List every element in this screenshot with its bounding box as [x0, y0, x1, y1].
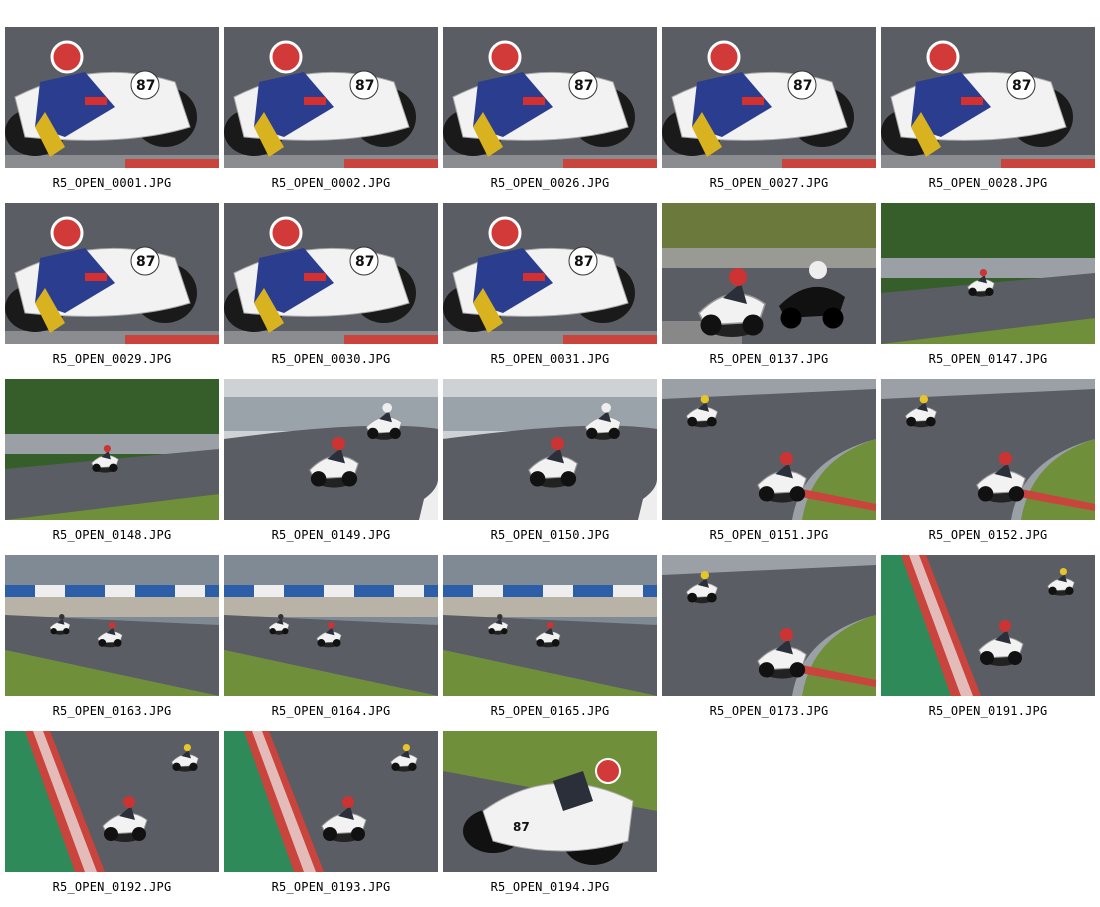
thumbnail-filename: R5_OPEN_0163.JPG — [52, 704, 172, 718]
thumbnail-image[interactable]: 87 — [443, 731, 657, 872]
thumbnail-filename: R5_OPEN_0030.JPG — [271, 352, 391, 366]
thumbnail-image[interactable] — [881, 555, 1095, 696]
thumbnail-image[interactable] — [881, 203, 1095, 344]
thumbnail-item[interactable]: R5_OPEN_0163.JPG — [5, 555, 219, 731]
thumbnail-filename: R5_OPEN_0026.JPG — [490, 176, 610, 190]
thumbnail-item[interactable]: R5_OPEN_0193.JPG — [224, 731, 438, 907]
thumbnail-filename: R5_OPEN_0028.JPG — [928, 176, 1048, 190]
thumbnail-item[interactable]: 87 R5_OPEN_0002.JPG — [224, 27, 438, 203]
thumbnail-image[interactable] — [662, 203, 876, 344]
thumbnail-item[interactable]: R5_OPEN_0150.JPG — [443, 379, 657, 555]
thumbnail-image[interactable]: 87 — [224, 203, 438, 344]
thumbnail-item[interactable]: R5_OPEN_0152.JPG — [881, 379, 1095, 555]
thumbnail-filename: R5_OPEN_0027.JPG — [709, 176, 829, 190]
thumbnail-item[interactable]: 87 R5_OPEN_0028.JPG — [881, 27, 1095, 203]
thumbnail-item[interactable]: R5_OPEN_0165.JPG — [443, 555, 657, 731]
thumbnail-image[interactable] — [881, 379, 1095, 520]
thumbnail-image[interactable] — [5, 379, 219, 520]
thumbnail-filename: R5_OPEN_0164.JPG — [271, 704, 391, 718]
thumbnail-item[interactable]: R5_OPEN_0192.JPG — [5, 731, 219, 907]
thumbnail-item[interactable]: 87 R5_OPEN_0194.JPG — [443, 731, 657, 907]
svg-text:87: 87 — [574, 254, 593, 270]
svg-text:87: 87 — [355, 78, 374, 94]
thumbnail-item[interactable]: R5_OPEN_0164.JPG — [224, 555, 438, 731]
thumbnail-filename: R5_OPEN_0148.JPG — [52, 528, 172, 542]
thumbnail-image[interactable] — [224, 379, 438, 520]
thumbnail-filename: R5_OPEN_0191.JPG — [928, 704, 1048, 718]
svg-text:87: 87 — [793, 78, 812, 94]
thumbnail-filename: R5_OPEN_0137.JPG — [709, 352, 829, 366]
svg-text:87: 87 — [136, 254, 155, 270]
thumbnail-filename: R5_OPEN_0029.JPG — [52, 352, 172, 366]
thumbnail-item[interactable]: R5_OPEN_0147.JPG — [881, 203, 1095, 379]
thumbnail-filename: R5_OPEN_0150.JPG — [490, 528, 610, 542]
thumbnail-image[interactable] — [224, 555, 438, 696]
thumbnail-image[interactable] — [443, 555, 657, 696]
thumbnail-filename: R5_OPEN_0194.JPG — [490, 880, 610, 894]
thumbnail-item[interactable]: R5_OPEN_0173.JPG — [662, 555, 876, 731]
thumbnail-filename: R5_OPEN_0193.JPG — [271, 880, 391, 894]
svg-text:87: 87 — [574, 78, 593, 94]
thumbnail-image[interactable]: 87 — [881, 27, 1095, 168]
thumbnail-image[interactable] — [662, 555, 876, 696]
thumbnail-filename: R5_OPEN_0192.JPG — [52, 880, 172, 894]
thumbnail-filename: R5_OPEN_0151.JPG — [709, 528, 829, 542]
thumbnail-item[interactable]: R5_OPEN_0191.JPG — [881, 555, 1095, 731]
thumbnail-item[interactable]: 87 R5_OPEN_0029.JPG — [5, 203, 219, 379]
thumbnail-image[interactable] — [5, 555, 219, 696]
svg-text:87: 87 — [355, 254, 374, 270]
thumbnail-image[interactable]: 87 — [224, 27, 438, 168]
thumbnail-item[interactable]: R5_OPEN_0151.JPG — [662, 379, 876, 555]
thumbnail-item[interactable]: R5_OPEN_0148.JPG — [5, 379, 219, 555]
thumbnail-item[interactable]: 87 R5_OPEN_0026.JPG — [443, 27, 657, 203]
thumbnail-image[interactable] — [224, 731, 438, 872]
svg-text:87: 87 — [1012, 78, 1031, 94]
thumbnail-image[interactable]: 87 — [662, 27, 876, 168]
thumbnail-image[interactable] — [443, 379, 657, 520]
thumbnail-filename: R5_OPEN_0149.JPG — [271, 528, 391, 542]
thumbnail-filename: R5_OPEN_0002.JPG — [271, 176, 391, 190]
thumbnail-filename: R5_OPEN_0152.JPG — [928, 528, 1048, 542]
thumbnail-filename: R5_OPEN_0147.JPG — [928, 352, 1048, 366]
thumbnail-grid: 87 R5_OPEN_0001.JPG 87 R5_OPEN_0002.JPG — [5, 27, 1095, 907]
thumbnail-item[interactable]: 87 R5_OPEN_0001.JPG — [5, 27, 219, 203]
thumbnail-item[interactable]: 87 R5_OPEN_0027.JPG — [662, 27, 876, 203]
thumbnail-item[interactable]: R5_OPEN_0137.JPG — [662, 203, 876, 379]
thumbnail-item[interactable]: 87 R5_OPEN_0030.JPG — [224, 203, 438, 379]
thumbnail-filename: R5_OPEN_0173.JPG — [709, 704, 829, 718]
svg-text:87: 87 — [136, 78, 155, 94]
thumbnail-item[interactable]: R5_OPEN_0149.JPG — [224, 379, 438, 555]
thumbnail-filename: R5_OPEN_0165.JPG — [490, 704, 610, 718]
thumbnail-filename: R5_OPEN_0001.JPG — [52, 176, 172, 190]
thumbnail-image[interactable]: 87 — [443, 27, 657, 168]
thumbnail-item[interactable]: 87 R5_OPEN_0031.JPG — [443, 203, 657, 379]
thumbnail-image[interactable]: 87 — [443, 203, 657, 344]
svg-text:87: 87 — [513, 820, 530, 834]
thumbnail-image[interactable] — [662, 379, 876, 520]
thumbnail-image[interactable] — [5, 731, 219, 872]
thumbnail-image[interactable]: 87 — [5, 203, 219, 344]
thumbnail-image[interactable]: 87 — [5, 27, 219, 168]
thumbnail-filename: R5_OPEN_0031.JPG — [490, 352, 610, 366]
